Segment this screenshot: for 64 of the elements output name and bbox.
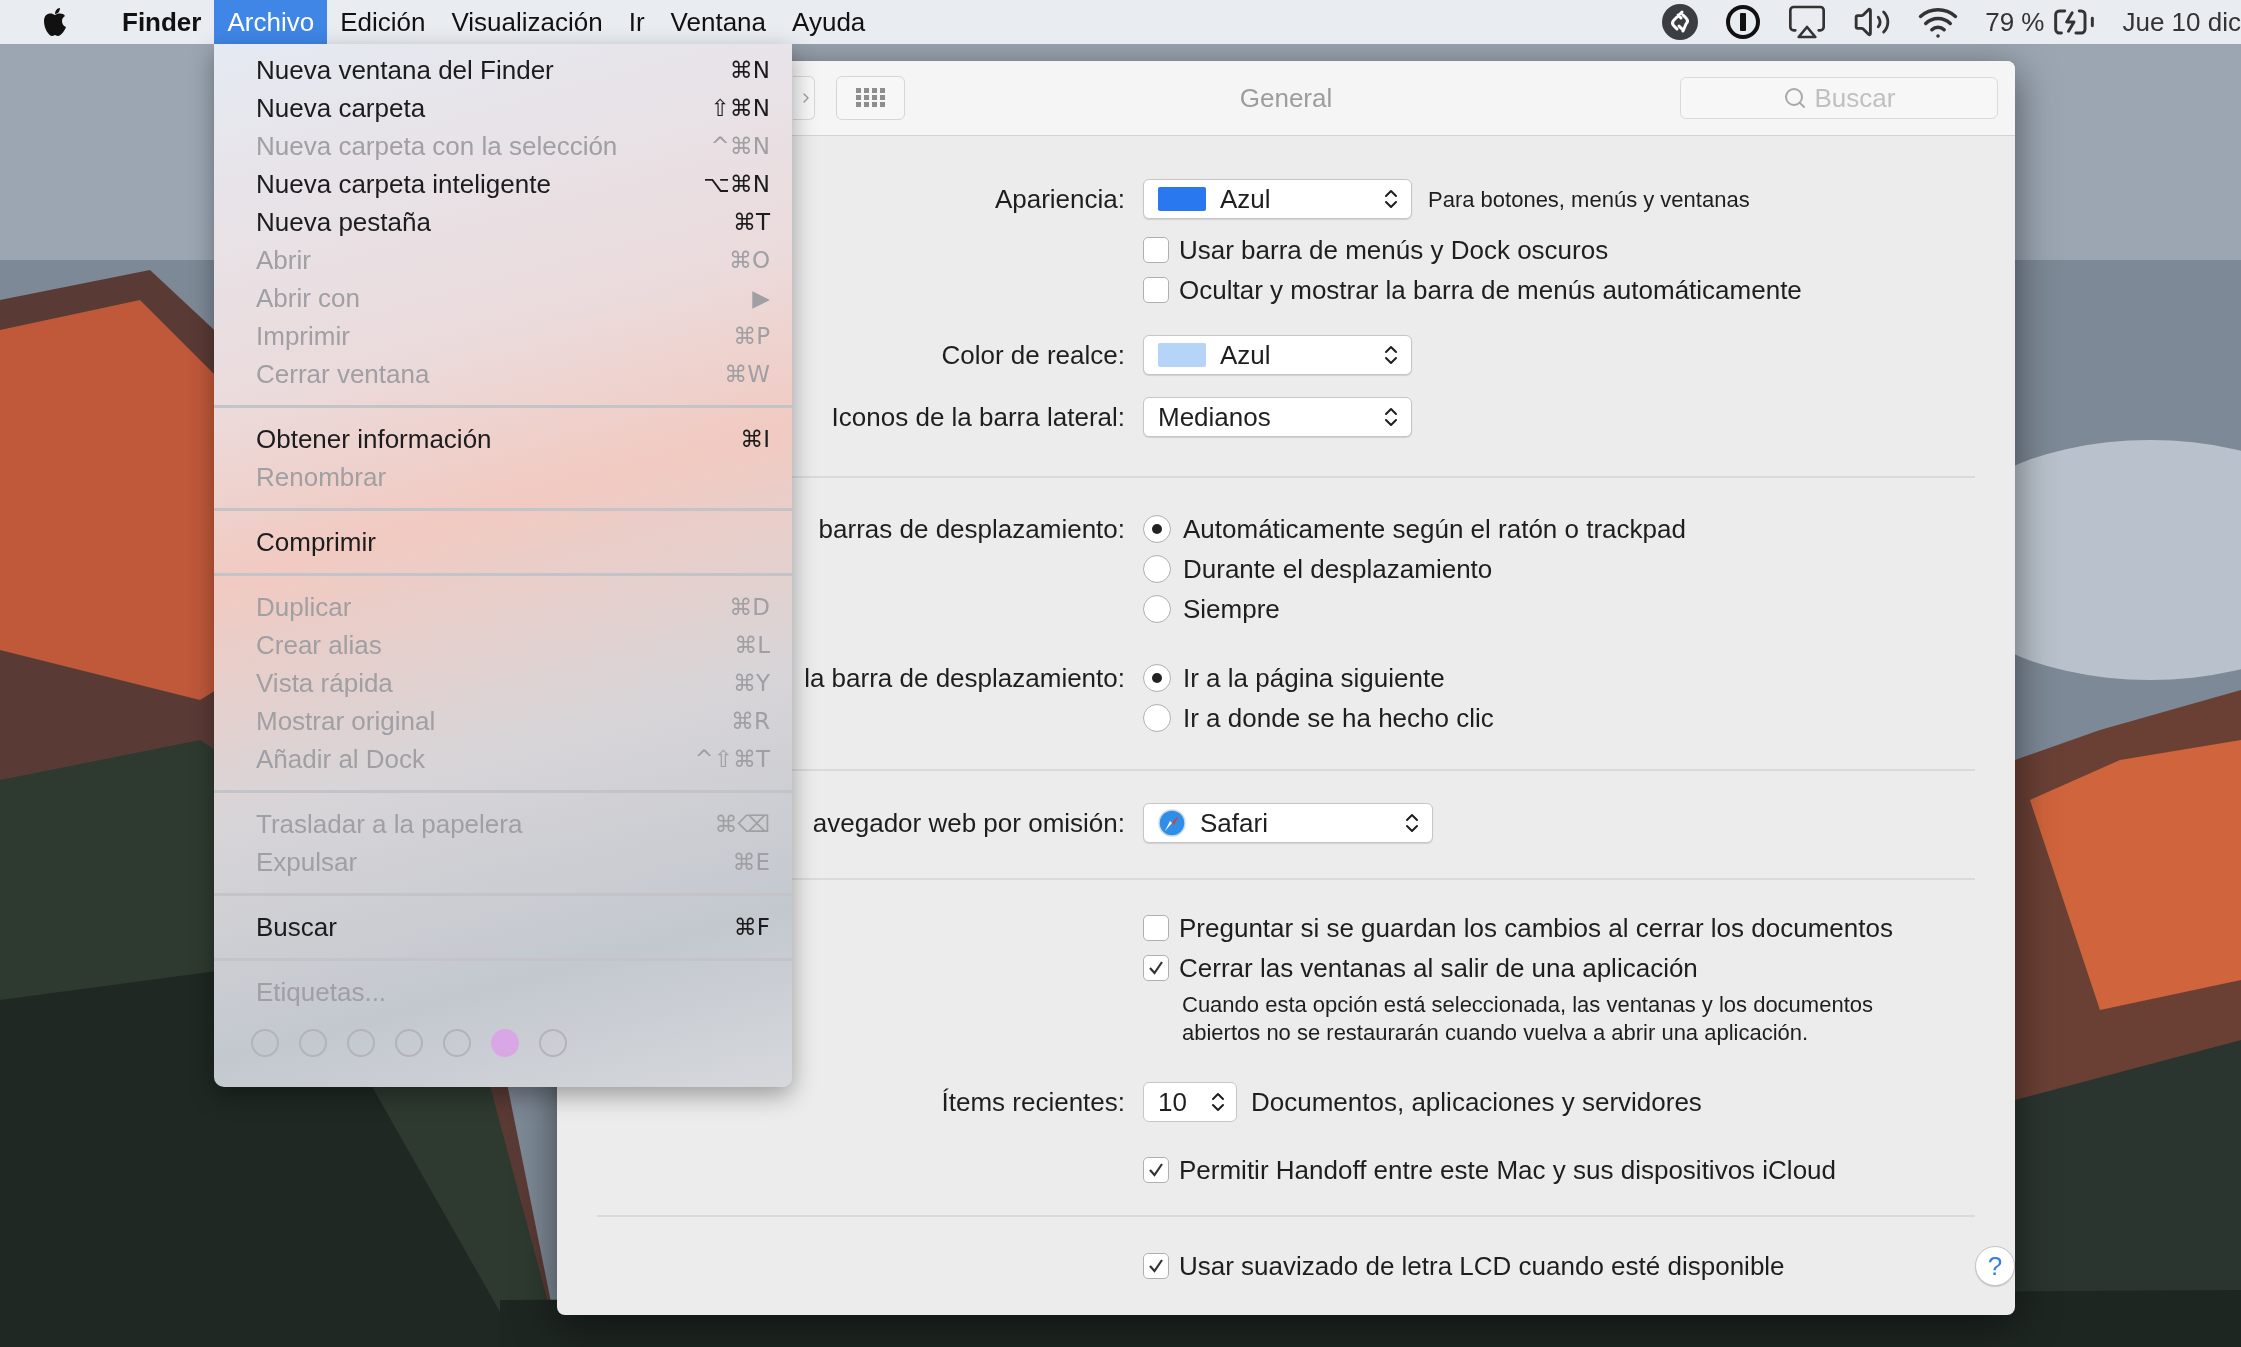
menu-bar-item[interactable]: Edición [327, 0, 439, 44]
grid-icon [855, 88, 886, 108]
clock[interactable]: Jue 10 dic [2122, 2, 2241, 42]
field-label: la barra de desplazamiento: [804, 661, 1125, 695]
radio-button[interactable] [1143, 555, 1171, 583]
forward-button[interactable] [793, 76, 815, 120]
menu-item[interactable]: Obtener información ⌘I [214, 420, 792, 458]
popup-button[interactable]: Safari [1143, 803, 1433, 843]
radio-button[interactable] [1143, 595, 1171, 623]
checkbox-label[interactable]: Usar barra de menús y Dock oscuros [1179, 230, 1609, 270]
checkbox[interactable] [1143, 1253, 1169, 1279]
checkbox[interactable] [1143, 1157, 1169, 1183]
option-description: Cuando esta opción está seleccionada, las ventanas y los documentos abiertos no se restaurarán cuando vuelva a abrir una aplicación. [1181, 991, 1874, 1047]
checkbox[interactable] [1143, 955, 1169, 981]
field-label: Ítems recientes: [941, 1085, 1125, 1119]
field-label: Apariencia: [994, 182, 1125, 216]
checkbox[interactable] [1143, 277, 1169, 303]
menu-item[interactable]: Nueva carpeta ⇧⌘N [214, 89, 792, 127]
menu-item[interactable]: Comprimir [214, 523, 792, 561]
battery-percentage: 79 % [1985, 5, 2045, 39]
checkmark-icon [1147, 959, 1165, 977]
checkmark-icon [1147, 1161, 1165, 1179]
menu-bar-item[interactable]: Archivo [214, 0, 328, 44]
checkbox-label[interactable]: Ocultar y mostrar la barra de menús automáticamente [1179, 270, 1802, 310]
grid-view-button[interactable] [836, 76, 905, 120]
radio-label[interactable]: Ir a la página siguiente [1183, 658, 1445, 698]
menu-bar-item[interactable]: Visualización [438, 0, 616, 44]
field-label: barras de desplazamiento: [818, 512, 1125, 546]
radio-button[interactable] [1143, 664, 1171, 692]
menu-item[interactable]: Nueva pestaña ⌘T [214, 203, 792, 241]
menu-item[interactable]: Nueva carpeta inteligente ⌥⌘N [214, 165, 792, 203]
field-label: Color de realce: [941, 338, 1125, 372]
checkbox[interactable] [1143, 237, 1169, 263]
number-stepper[interactable]: 10 [1143, 1082, 1237, 1122]
apple-icon[interactable] [41, 7, 68, 37]
radio-button[interactable] [1143, 515, 1171, 543]
menu-bar-item[interactable]: Finder [109, 0, 215, 44]
compass-icon [1158, 809, 1186, 837]
popup-description: Para botones, menús y ventanas [1428, 185, 1750, 214]
menu-bar-item[interactable]: Ventana [657, 0, 780, 44]
field-label: Iconos de la barra lateral: [831, 400, 1125, 434]
menu-item[interactable]: Buscar ⌘F [214, 908, 792, 946]
checkbox-label[interactable]: Preguntar si se guardan los cambios al cerrar los documentos [1179, 908, 1893, 948]
help-button[interactable]: ? [1975, 1246, 2015, 1286]
checkbox-label[interactable]: Permitir Handoff entre este Mac y sus dispositivos iCloud [1179, 1150, 1837, 1190]
checkmark-icon [1147, 1257, 1165, 1275]
stepper-description: Documentos, aplicaciones y servidores [1251, 1085, 1702, 1119]
menu-bar-item[interactable]: Ir [615, 0, 658, 44]
popup-button[interactable]: Medianos [1143, 397, 1412, 437]
checkbox[interactable] [1143, 915, 1169, 941]
menu-bar-item[interactable]: Ayuda [779, 0, 879, 44]
popup-button[interactable]: Azul [1143, 179, 1412, 219]
popup-button[interactable]: Azul [1143, 335, 1412, 375]
field-label: avegador web por omisión: [812, 806, 1125, 840]
radio-label[interactable]: Durante el desplazamiento [1183, 549, 1493, 589]
search-icon [1782, 86, 1807, 110]
window-title: General [1239, 81, 1333, 115]
checkbox-label[interactable]: Cerrar las ventanas al salir de una aplicación [1179, 948, 1698, 988]
radio-button[interactable] [1143, 704, 1171, 732]
menu-item[interactable]: Nueva ventana del Finder ⌘N [214, 51, 792, 89]
radio-label[interactable]: Automáticamente según el ratón o trackpad [1183, 509, 1686, 549]
checkbox-label[interactable]: Usar suavizado de letra LCD cuando esté disponible [1179, 1246, 1785, 1286]
radio-label[interactable]: Siempre [1183, 589, 1280, 629]
radio-label[interactable]: Ir a donde se ha hecho clic [1183, 698, 1494, 738]
